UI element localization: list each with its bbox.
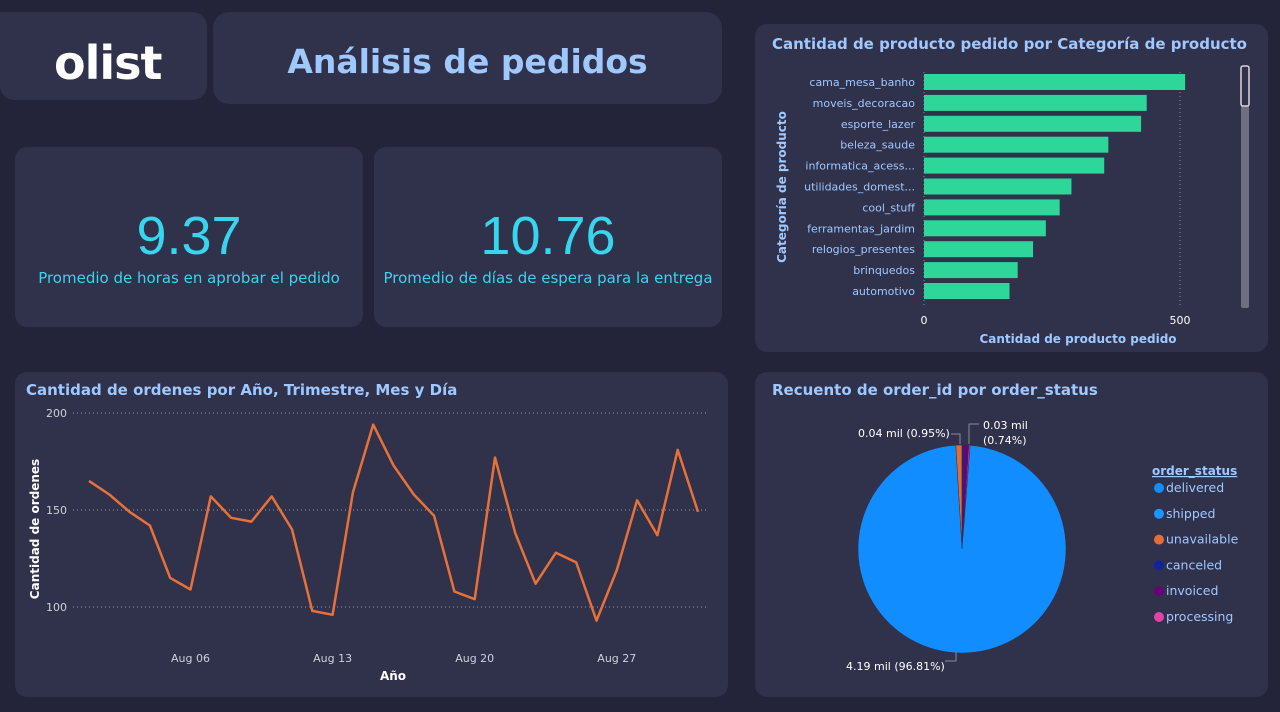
line-series xyxy=(88,423,700,622)
line-y-tick-label: 100 xyxy=(46,601,67,614)
pie-chart[interactable]: order_status 0.04 mil (0.95%) 0.03 mil (0.… xyxy=(755,372,1268,697)
bar-x-axis-label: Cantidad de producto pedido xyxy=(979,332,1176,346)
bar-8 xyxy=(924,241,1034,258)
legend-dot-delivered xyxy=(1154,483,1164,493)
legend-dot-unavailable xyxy=(1154,534,1164,545)
bar-4 xyxy=(924,157,1105,174)
legend-item-delivered: delivered xyxy=(1166,480,1224,495)
bar-category-label: brinquedos xyxy=(853,264,915,277)
bar-6 xyxy=(924,199,1060,216)
bar-category-label: beleza_saude xyxy=(840,139,915,152)
bar-2 xyxy=(924,115,1142,132)
bar-10 xyxy=(924,283,1010,299)
kpi-value: 10.76 xyxy=(480,206,616,266)
pie-leader-line xyxy=(951,433,961,444)
kpi-value: 9.37 xyxy=(136,206,242,266)
kpi-label: Promedio de horas en aprobar el pedido xyxy=(38,269,340,287)
pie-legend-title: order_status xyxy=(1152,464,1237,479)
bar-category-label: esporte_lazer xyxy=(841,118,916,131)
scrollbar-thumb[interactable] xyxy=(1240,65,1250,107)
bar-x-tick-label: 500 xyxy=(1170,314,1191,327)
bar-0 xyxy=(924,74,1186,90)
title-card: Análisis de pedidos xyxy=(213,12,722,104)
bar-category-label: utilidades_domest... xyxy=(804,181,915,194)
bar-y-axis-label: Categoría de producto xyxy=(775,111,789,263)
bar-5 xyxy=(924,178,1072,195)
pie-leader-line xyxy=(945,652,957,662)
line-x-tick-label: Aug 06 xyxy=(171,652,210,665)
line-y-tick-label: 200 xyxy=(46,407,67,420)
bar-x-tick-label: 0 xyxy=(921,314,928,327)
legend-dot-processing xyxy=(1154,612,1164,622)
bar-chart[interactable]: Categoría de producto Cantidad de produc… xyxy=(755,24,1268,352)
legend-dot-shipped xyxy=(1154,508,1164,519)
line-chart[interactable]: Cantidad de ordenes Año 100 150 200 Aug 06 A… xyxy=(15,372,728,697)
bar-category-label: moveis_decoracao xyxy=(813,97,916,110)
legend-item-shipped: shipped xyxy=(1166,506,1215,521)
bar-1 xyxy=(924,94,1147,111)
pie-data-label: (0.74%) xyxy=(983,434,1027,447)
pie-data-label: 0.04 mil (0.95%) xyxy=(858,427,950,440)
pie-leader-line xyxy=(968,423,979,444)
bar-category-label: automotivo xyxy=(852,285,915,298)
line-x-tick-label: Aug 13 xyxy=(313,652,352,665)
bar-category-label: relogios_presentes xyxy=(812,243,915,256)
bar-category-label: cama_mesa_banho xyxy=(809,76,915,89)
legend-item-processing: processing xyxy=(1166,609,1233,624)
legend-dot-invoiced xyxy=(1154,586,1164,597)
line-chart-card[interactable]: Cantidad de ordenes por Año, Trimestre, … xyxy=(15,372,728,697)
bar-7 xyxy=(924,220,1046,237)
pie-data-label: 0.03 mil xyxy=(983,419,1028,432)
kpi-card-delivery-days[interactable]: 10.76 Promedio de días de espera para la… xyxy=(374,147,722,327)
pie-chart-card[interactable]: Recuento de order_id por order_status or… xyxy=(755,372,1268,697)
bar-3 xyxy=(924,136,1109,153)
logo-card: olist xyxy=(0,12,207,100)
bar-category-label: informatica_acess... xyxy=(805,160,915,173)
bar-category-label: cool_stuff xyxy=(862,201,915,214)
bar-category-label: ferramentas_jardim xyxy=(807,222,915,235)
legend-item-invoiced: invoiced xyxy=(1166,583,1218,598)
line-x-tick-label: Aug 27 xyxy=(597,652,636,665)
line-y-tick-label: 150 xyxy=(46,504,67,517)
pie-data-label: 4.19 mil (96.81%) xyxy=(846,660,945,673)
legend-item-unavailable: unavailable xyxy=(1166,532,1239,547)
line-y-axis-label: Cantidad de ordenes xyxy=(28,459,42,599)
kpi-card-approval-hours[interactable]: 9.37 Promedio de horas en aprobar el ped… xyxy=(15,147,363,327)
kpi-label: Promedio de días de espera para la entre… xyxy=(383,269,713,287)
legend-item-canceled: canceled xyxy=(1166,557,1222,572)
page-title: Análisis de pedidos xyxy=(287,42,648,81)
bar-9 xyxy=(924,262,1018,279)
line-x-tick-label: Aug 20 xyxy=(455,652,494,665)
line-x-axis-label: Año xyxy=(380,669,406,683)
legend-dot-canceled xyxy=(1154,560,1164,571)
olist-logo: olist xyxy=(54,36,163,90)
bar-chart-card[interactable]: Cantidad de producto pedido por Categorí… xyxy=(755,24,1268,352)
